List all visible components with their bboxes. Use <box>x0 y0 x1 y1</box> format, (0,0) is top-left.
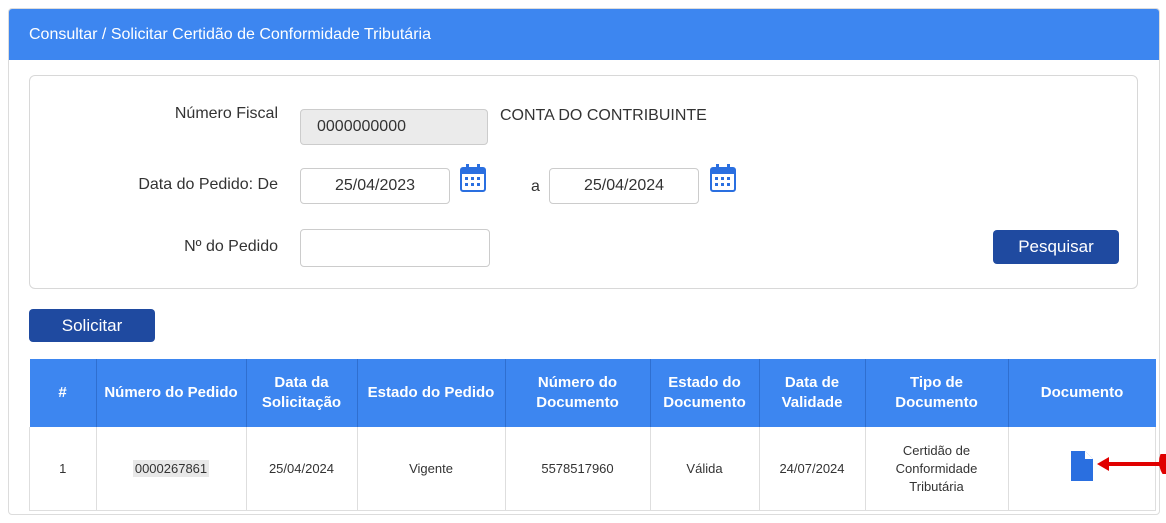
document-type: Certidão de Conformidade Tributária <box>865 427 1009 511</box>
validity-date: 24/07/2024 <box>759 427 866 511</box>
certificate-panel: Consultar / Solicitar Certidão de Confor… <box>8 8 1160 515</box>
table-header-row: # Número do Pedido Data da Solicitação E… <box>29 359 1156 427</box>
date-range-separator: a <box>531 178 540 195</box>
request-date: 25/04/2024 <box>246 427 358 511</box>
col-index-header: # <box>29 359 97 427</box>
date-to-input[interactable]: 25/04/2024 <box>549 168 699 204</box>
file-icon[interactable] <box>1070 451 1093 481</box>
col-validity-date-header: Data de Validade <box>759 359 866 427</box>
results-table: # Número do Pedido Data da Solicitação E… <box>29 359 1156 511</box>
panel-title: Consultar / Solicitar Certidão de Confor… <box>9 9 1159 60</box>
search-button[interactable]: Pesquisar <box>993 230 1119 264</box>
search-filter-box: Número Fiscal 0000000000 CONTA DO CONTRI… <box>29 75 1138 289</box>
calendar-from-icon[interactable] <box>460 164 486 192</box>
request-button[interactable]: Solicitar <box>29 309 155 342</box>
taxpayer-name: CONTA DO CONTRIBUINTE <box>500 107 707 124</box>
order-number-cell: 0000267861 <box>96 427 247 511</box>
order-number-label: Nº do Pedido <box>184 238 278 255</box>
col-document-number-header: Número do Documento <box>505 359 651 427</box>
document-number: 5578517960 <box>505 427 651 511</box>
col-order-state-header: Estado do Pedido <box>357 359 506 427</box>
order-state: Vigente <box>357 427 506 511</box>
col-document-state-header: Estado do Documento <box>650 359 760 427</box>
col-document-type-header: Tipo de Documento <box>865 359 1009 427</box>
request-date-label: Data do Pedido: De <box>138 176 278 193</box>
col-order-number-header: Número do Pedido <box>96 359 247 427</box>
col-request-date-header: Data da Solicitação <box>246 359 358 427</box>
date-from-input[interactable]: 25/04/2023 <box>300 168 450 204</box>
row-index: 1 <box>29 427 97 511</box>
order-number-input[interactable] <box>300 229 490 267</box>
document-state: Válida <box>650 427 760 511</box>
fiscal-number-label: Número Fiscal <box>174 105 278 122</box>
annotation-arrow-icon <box>1097 454 1166 474</box>
order-number: 0000267861 <box>132 459 210 477</box>
calendar-to-icon[interactable] <box>710 164 736 192</box>
col-document-header: Documento <box>1008 359 1156 427</box>
fiscal-number-field: 0000000000 <box>300 109 488 145</box>
table-row: 1 0000267861 25/04/2024 Vigente 55785179… <box>29 427 1156 511</box>
